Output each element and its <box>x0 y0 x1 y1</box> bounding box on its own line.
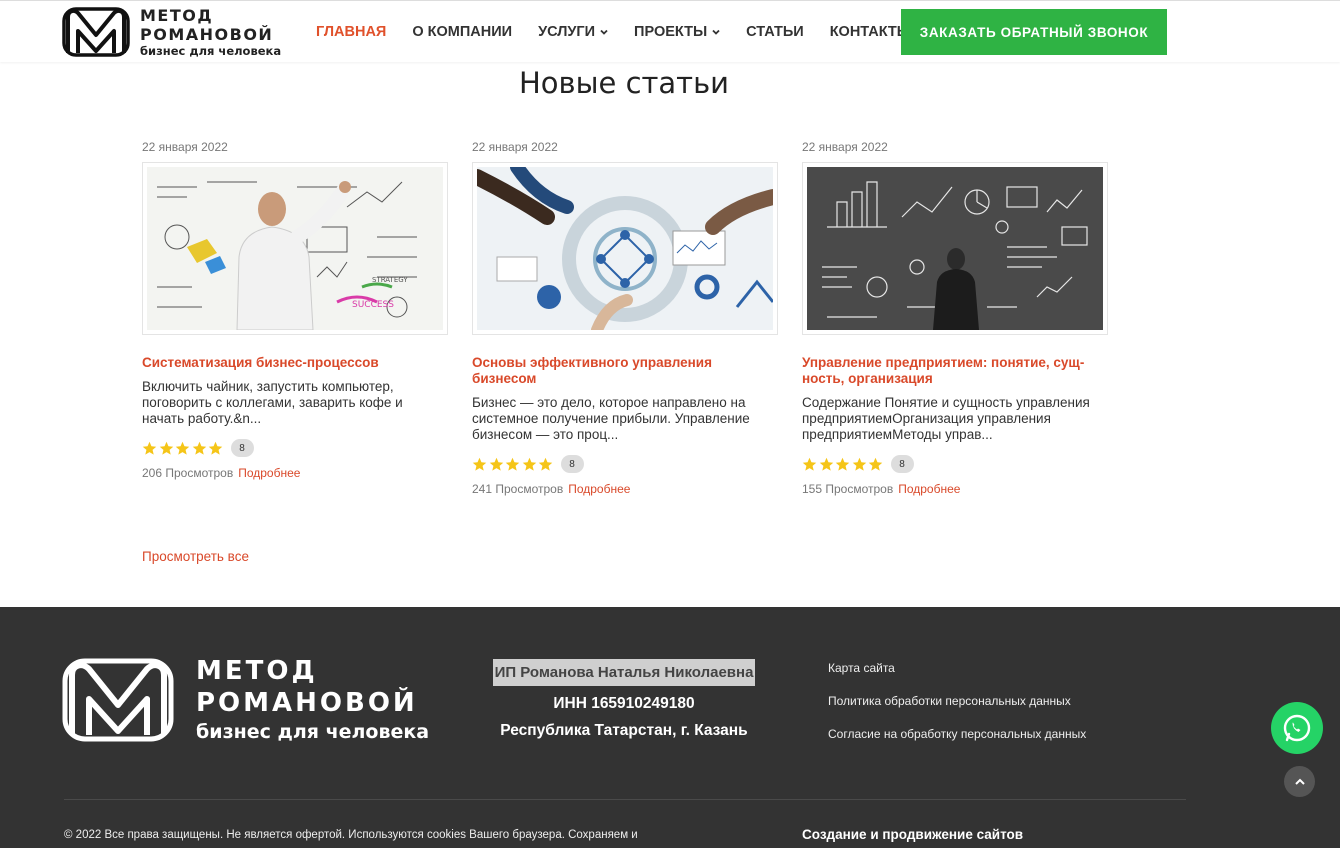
footer-links: Карта сайта Политика обработки персональ… <box>828 661 1086 760</box>
star-icon <box>538 457 553 471</box>
article-date: 22 января 2022 <box>142 140 228 154</box>
article-meta: 206 Просмотров Подробнее <box>142 466 448 480</box>
star-icon <box>192 441 206 455</box>
whatsapp-icon <box>1283 714 1311 742</box>
star-icon <box>819 457 833 471</box>
article-title[interactable]: Основы эффективного управления бизнесом <box>472 355 778 387</box>
nav-item-home[interactable]: ГЛАВНАЯ <box>316 24 386 40</box>
logo-tagline: бизнес для человека <box>140 43 282 58</box>
view-all-link[interactable]: Просмотреть все <box>142 549 249 564</box>
article-card: 22 января 2022 Управление предприятием: … <box>802 140 1108 496</box>
article-thumbnail[interactable]: SUCCESS STRATEGY <box>142 162 448 335</box>
star-icon <box>802 457 817 471</box>
site-footer: МЕТОД РОМАНОВОЙ бизнес для человека ИП Р… <box>0 607 1340 848</box>
article-title[interactable]: Систематизация бизнес-процессов <box>142 355 448 371</box>
footer-logo-line-1: МЕТОД <box>196 656 318 686</box>
company-info: ИП Романова Наталья Николаевна ИНН 16591… <box>484 659 764 740</box>
developer-credit[interactable]: Создание и продвижение сайтов <box>802 827 1023 842</box>
article-image <box>477 167 773 330</box>
star-icon <box>868 457 883 471</box>
article-thumbnail[interactable] <box>472 162 778 335</box>
star-icon <box>472 457 487 471</box>
nav-item-articles[interactable]: СТАТЬИ <box>746 24 804 40</box>
article-rating[interactable]: 8 <box>142 438 448 458</box>
chevron-down-icon <box>600 29 608 35</box>
star-icon <box>852 457 866 471</box>
svg-text:SUCCESS: SUCCESS <box>352 300 394 310</box>
star-icon <box>142 441 157 455</box>
star-icon <box>835 457 850 471</box>
footer-logo-tagline: бизнес для человека <box>196 721 430 743</box>
article-image <box>807 167 1103 330</box>
article-excerpt: Бизнес — это дело, которое направлено на… <box>472 395 750 442</box>
article-date: 22 января 2022 <box>802 140 888 154</box>
callback-button[interactable]: ЗАКАЗАТЬ ОБРАТНЫЙ ЗВОНОК <box>901 9 1167 55</box>
logo-line-1: МЕТОД <box>140 5 214 25</box>
star-icon <box>505 457 520 471</box>
article-rating[interactable]: 8 <box>472 454 778 474</box>
whatsapp-button[interactable] <box>1271 702 1323 754</box>
copyright-text: © 2022 Все права защищены. Не является о… <box>64 829 638 841</box>
footer-link-sitemap[interactable]: Карта сайта <box>828 661 1086 675</box>
nav-item-contacts[interactable]: КОНТАКТЫ <box>830 24 911 40</box>
article-excerpt: Включить чайник, запустить компьютер, по… <box>142 379 403 426</box>
article-meta: 241 Просмотров Подробнее <box>472 482 778 496</box>
article-rating[interactable]: 8 <box>802 454 1108 474</box>
nav-item-services[interactable]: УСЛУГИ <box>538 24 608 40</box>
logo-m-icon <box>62 658 174 742</box>
article-title[interactable]: Управление предприятием: понятие, сущ-но… <box>802 355 1108 387</box>
votes-badge: 8 <box>230 439 254 457</box>
star-icon <box>489 457 503 471</box>
nav-item-about[interactable]: О КОМПАНИИ <box>412 24 512 40</box>
logo-line-2: РОМАНОВОЙ <box>140 24 274 44</box>
site-header: МЕТОД РОМАНОВОЙ бизнес для человека ГЛАВ… <box>0 0 1340 62</box>
footer-logo-line-2: РОМАНОВОЙ <box>196 688 418 718</box>
star-icon <box>522 457 536 471</box>
chevron-down-icon <box>712 29 720 35</box>
article-views: 155 Просмотров <box>802 482 894 496</box>
scroll-to-top-button[interactable] <box>1284 766 1315 797</box>
article-views: 241 Просмотров <box>472 482 564 496</box>
article-date: 22 января 2022 <box>472 140 558 154</box>
votes-badge: 8 <box>560 455 584 473</box>
nav-item-projects[interactable]: ПРОЕКТЫ <box>634 24 720 40</box>
main-nav: ГЛАВНАЯ О КОМПАНИИ УСЛУГИ ПРОЕКТЫ СТАТЬИ… <box>316 1 937 63</box>
star-icon <box>175 441 190 455</box>
article-card: 22 января 2022 Основы эффективного управ… <box>472 140 778 496</box>
nav-label: УСЛУГИ <box>538 24 596 40</box>
nav-label: О КОМПАНИИ <box>412 24 513 40</box>
footer-divider <box>64 799 1186 800</box>
votes-badge: 8 <box>890 455 914 473</box>
section-title: Новые статьи <box>518 66 730 100</box>
site-logo[interactable]: МЕТОД РОМАНОВОЙ бизнес для человека <box>62 5 282 59</box>
article-thumbnail[interactable] <box>802 162 1108 335</box>
article-views: 206 Просмотров <box>142 466 234 480</box>
svg-text:STRATEGY: STRATEGY <box>372 276 408 284</box>
article-meta: 155 Просмотров Подробнее <box>802 482 1108 496</box>
read-more-link[interactable]: Подробнее <box>898 482 960 496</box>
nav-label: ПРОЕКТЫ <box>634 24 708 40</box>
read-more-link[interactable]: Подробнее <box>238 466 300 480</box>
article-card: 22 января 2022 SUCCESS STRATEGY Системат… <box>142 140 448 480</box>
star-icon <box>208 441 223 455</box>
company-region: Республика Татарстан, г. Казань <box>500 722 748 739</box>
star-icon <box>159 441 173 455</box>
nav-label: ГЛАВНАЯ <box>316 24 387 40</box>
logo-m-icon <box>62 7 130 57</box>
article-image: SUCCESS STRATEGY <box>147 167 443 330</box>
footer-logo[interactable]: МЕТОД РОМАНОВОЙ бизнес для человека <box>62 655 429 745</box>
company-name: ИП Романова Наталья Николаевна <box>492 659 756 686</box>
nav-label: СТАТЬИ <box>746 24 804 40</box>
chevron-up-icon <box>1294 778 1305 785</box>
footer-link-privacy-policy[interactable]: Политика обработки персональных данных <box>828 694 1086 708</box>
company-inn: ИНН 165910249180 <box>553 695 695 712</box>
footer-link-consent[interactable]: Согласие на обработку персональных данны… <box>828 727 1086 741</box>
nav-label: КОНТАКТЫ <box>829 24 911 40</box>
article-excerpt: Содержание Понятие и сущность управления… <box>802 395 1090 442</box>
read-more-link[interactable]: Подробнее <box>568 482 630 496</box>
